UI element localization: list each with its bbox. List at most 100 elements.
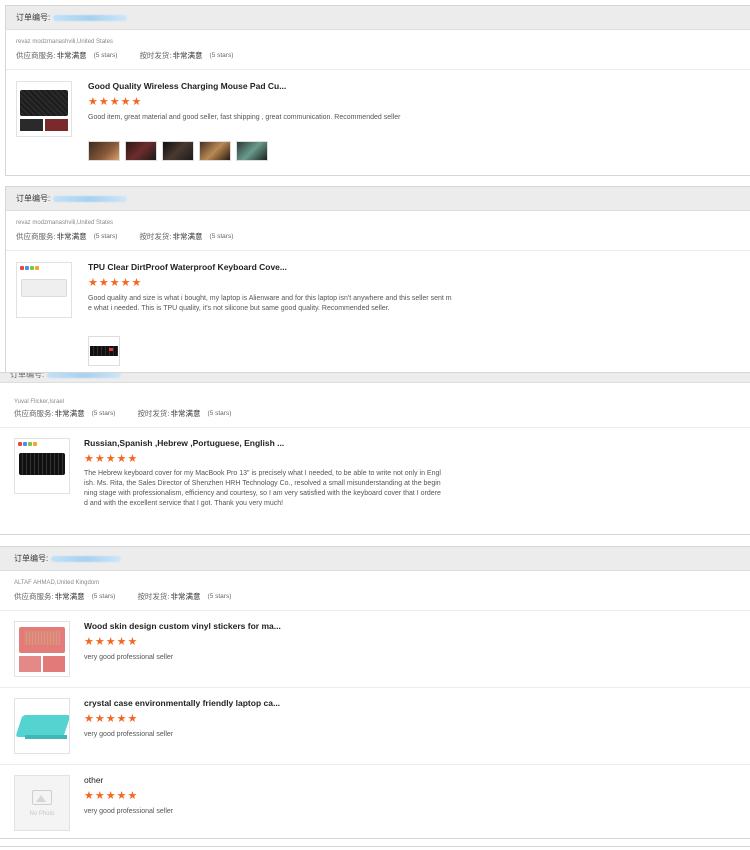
review-photo[interactable]	[125, 141, 157, 161]
star-icon: ★	[105, 790, 116, 802]
star-icon: ★	[84, 636, 94, 648]
order-number-label: 订单编号:	[10, 372, 45, 379]
no-photo-placeholder: No Photo	[15, 776, 69, 830]
rating-stars: ★ ★ ★ ★ ★	[88, 97, 141, 108]
star-icon: ★	[94, 636, 105, 648]
review-photo[interactable]	[88, 141, 120, 161]
star-icon: ★	[127, 453, 138, 465]
buyer-name: Yuval Flicker,Israel	[14, 399, 65, 405]
star-icon: ★	[127, 636, 138, 648]
star-icon: ★	[109, 96, 120, 108]
product-title-link[interactable]: other	[84, 775, 103, 785]
product-title-link[interactable]: Good Quality Wireless Charging Mouse Pad…	[88, 81, 286, 91]
shipping-value: 非常满意	[172, 50, 203, 60]
review-card: 订单编号: Yuval Flicker,Israel 供应商服务: 非常满意 (…	[0, 372, 750, 535]
star-icon: ★	[120, 96, 131, 108]
seller-ratings: 供应商服务: 非常满意 (5 stars) 按时发货: 非常满意 (5 star…	[0, 589, 750, 603]
brand-logo	[18, 442, 37, 446]
review-photos	[88, 336, 120, 366]
rating-stars: ★ ★ ★ ★ ★	[84, 454, 137, 465]
product-thumbnail[interactable]	[14, 698, 70, 754]
product-thumbnail[interactable]	[14, 621, 70, 677]
review-photo[interactable]	[162, 141, 194, 161]
order-header: 订单编号:	[0, 547, 750, 571]
buyer-name: ALTAF AHMAD,United Kingdom	[14, 580, 100, 586]
supplier-service-value: 非常满意	[56, 231, 87, 241]
review-comment: The Hebrew keyboard cover for my MacBook…	[84, 470, 441, 507]
star-icon: ★	[94, 453, 105, 465]
review-card: 订单编号: revaz modzmanashvili,United States…	[5, 5, 750, 176]
order-number-link[interactable]	[47, 373, 122, 378]
star-icon: ★	[88, 277, 98, 289]
product-thumbnail[interactable]	[16, 262, 72, 318]
review-card: 订单编号: ALTAF AHMAD,United Kingdom 供应商服务: …	[0, 546, 750, 839]
supplier-service-stars: (5 stars)	[93, 232, 118, 240]
supplier-service-value: 非常满意	[54, 591, 85, 601]
brand-logo	[20, 266, 39, 270]
seller-ratings: 供应商服务: 非常满意 (5 stars) 按时发货: 非常满意 (5 star…	[6, 229, 750, 243]
no-photo-text: No Photo	[29, 810, 55, 817]
review-item: No Photo other ★ ★ ★ ★ ★ very good professio…	[0, 765, 750, 838]
product-title-link[interactable]: TPU Clear DirtProof Waterproof Keyboard …	[88, 262, 287, 272]
review-photo[interactable]	[236, 141, 268, 161]
shipping-label: 按时发货:	[137, 408, 170, 418]
order-number-label: 订单编号:	[16, 194, 51, 203]
star-icon: ★	[131, 277, 142, 289]
shipping-label: 按时发货:	[139, 231, 172, 241]
star-icon: ★	[88, 96, 98, 108]
order-number-link[interactable]	[53, 14, 128, 21]
shipping-stars: (5 stars)	[207, 409, 232, 417]
rating-stars: ★ ★ ★ ★ ★	[84, 714, 137, 725]
review-photo[interactable]	[88, 336, 120, 366]
order-number-link[interactable]	[53, 195, 128, 202]
product-thumbnail[interactable]: No Photo	[14, 775, 70, 831]
shipping-label: 按时发货:	[139, 50, 172, 60]
rating-stars: ★ ★ ★ ★ ★	[84, 791, 137, 802]
supplier-service-label: 供应商服务:	[14, 591, 54, 601]
product-thumbnail[interactable]	[14, 438, 70, 494]
shipping-stars: (5 stars)	[207, 592, 232, 600]
order-header: 订单编号:	[6, 187, 750, 211]
star-icon: ★	[84, 790, 94, 802]
seller-ratings: 供应商服务: 非常满意 (5 stars) 按时发货: 非常满意 (5 star…	[6, 48, 750, 62]
supplier-service-label: 供应商服务:	[14, 408, 54, 418]
supplier-service-label: 供应商服务:	[16, 231, 56, 241]
shipping-value: 非常满意	[172, 231, 203, 241]
product-thumbnail[interactable]	[16, 81, 72, 137]
shipping-label: 按时发货:	[137, 591, 170, 601]
rating-stars: ★ ★ ★ ★ ★	[84, 637, 137, 648]
supplier-service-value: 非常满意	[56, 50, 87, 60]
star-icon: ★	[98, 277, 109, 289]
star-icon: ★	[105, 453, 116, 465]
star-icon: ★	[105, 636, 116, 648]
star-icon: ★	[116, 713, 127, 725]
review-comment: very good professional seller	[84, 731, 174, 738]
star-icon: ★	[98, 96, 109, 108]
star-icon: ★	[84, 453, 94, 465]
star-icon: ★	[116, 790, 127, 802]
star-icon: ★	[131, 96, 142, 108]
supplier-service-label: 供应商服务:	[16, 50, 56, 60]
order-number-label: 订单编号:	[14, 554, 49, 563]
product-title-link[interactable]: Wood skin design custom vinyl stickers f…	[84, 621, 281, 631]
order-number-link[interactable]	[51, 555, 122, 562]
page-bottom-border	[0, 846, 750, 847]
buyer-name: revaz modzmanashvili,United States	[16, 39, 114, 45]
review-photo[interactable]	[199, 141, 231, 161]
shipping-value: 非常满意	[170, 591, 201, 601]
star-icon: ★	[116, 636, 127, 648]
order-number-label: 订单编号:	[16, 13, 51, 22]
review-comment: very good professional seller	[84, 654, 174, 661]
supplier-service-stars: (5 stars)	[93, 51, 118, 59]
review-item: Wood skin design custom vinyl stickers f…	[0, 611, 750, 688]
product-title-link[interactable]: Russian,Spanish ,Hebrew ,Portuguese, Eng…	[84, 438, 284, 448]
product-title-link[interactable]: crystal case environmentally friendly la…	[84, 698, 280, 708]
review-comment: Good item, great material and good selle…	[88, 114, 401, 121]
buyer-name: revaz modzmanashvili,United States	[16, 220, 114, 226]
seller-ratings: 供应商服务: 非常满意 (5 stars) 按时发货: 非常满意 (5 star…	[0, 406, 750, 420]
star-icon: ★	[120, 277, 131, 289]
review-item: TPU Clear DirtProof Waterproof Keyboard …	[6, 251, 750, 375]
star-icon: ★	[84, 713, 94, 725]
review-item: Russian,Spanish ,Hebrew ,Portuguese, Eng…	[0, 428, 750, 528]
review-photos	[88, 141, 268, 161]
